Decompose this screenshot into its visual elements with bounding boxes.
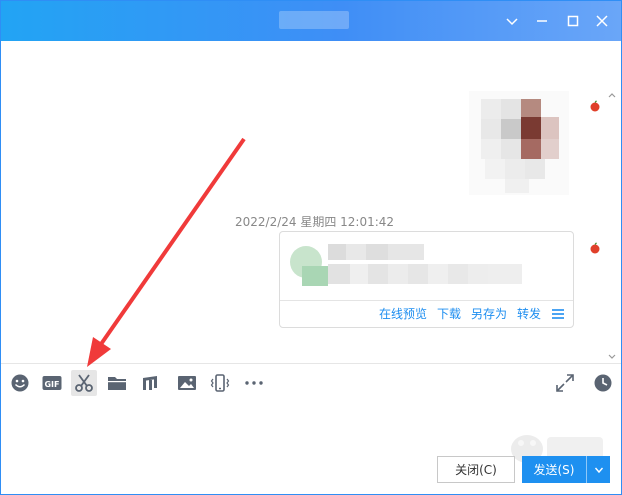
toolbar-divider bbox=[1, 363, 621, 364]
emoji-icon[interactable] bbox=[7, 370, 33, 396]
phone-shake-icon[interactable] bbox=[207, 370, 233, 396]
download-link[interactable]: 下载 bbox=[437, 305, 461, 322]
window-title bbox=[279, 11, 349, 29]
scroll-down-icon[interactable] bbox=[607, 347, 617, 359]
scroll-up-icon[interactable] bbox=[607, 85, 617, 98]
forward-link[interactable]: 转发 bbox=[517, 305, 541, 322]
chevron-down-icon[interactable] bbox=[587, 465, 610, 475]
image-icon[interactable] bbox=[174, 370, 200, 396]
scissors-icon[interactable] bbox=[71, 370, 97, 396]
chat-window: 2022/2/24 星期四 12:01:42 在线预览 下载 另存为 转发 GI… bbox=[0, 0, 622, 495]
menu-icon[interactable] bbox=[551, 307, 565, 321]
close-button[interactable]: 关闭(C) bbox=[437, 456, 515, 483]
save-as-link[interactable]: 另存为 bbox=[471, 305, 507, 322]
maximize-icon[interactable] bbox=[562, 10, 584, 32]
file-actions: 在线预览 下载 另存为 转发 bbox=[379, 305, 565, 322]
image-message[interactable] bbox=[469, 91, 569, 195]
minimize-icon[interactable] bbox=[531, 10, 553, 32]
file-message-card[interactable]: 在线预览 下载 另存为 转发 bbox=[279, 231, 574, 328]
svg-text:GIF: GIF bbox=[44, 380, 59, 389]
expand-icon[interactable] bbox=[552, 370, 578, 396]
folder-icon[interactable] bbox=[104, 370, 130, 396]
send-button-label: 发送(S) bbox=[533, 463, 575, 477]
window-title-text bbox=[279, 11, 349, 29]
title-bar[interactable] bbox=[1, 1, 621, 41]
avatar[interactable] bbox=[589, 97, 601, 112]
more-icon[interactable] bbox=[241, 370, 267, 396]
music-icon[interactable] bbox=[137, 370, 163, 396]
preview-online-link[interactable]: 在线预览 bbox=[379, 305, 427, 322]
gif-icon[interactable]: GIF bbox=[39, 370, 65, 396]
avatar[interactable] bbox=[589, 239, 601, 254]
chevron-down-icon[interactable] bbox=[501, 10, 523, 32]
message-timestamp: 2022/2/24 星期四 12:01:42 bbox=[235, 215, 395, 229]
history-clock-icon[interactable] bbox=[590, 370, 616, 396]
file-info-blurred bbox=[286, 238, 528, 290]
close-icon[interactable] bbox=[591, 10, 613, 32]
send-button[interactable]: 发送(S) bbox=[522, 456, 610, 483]
file-card-divider bbox=[280, 300, 573, 301]
